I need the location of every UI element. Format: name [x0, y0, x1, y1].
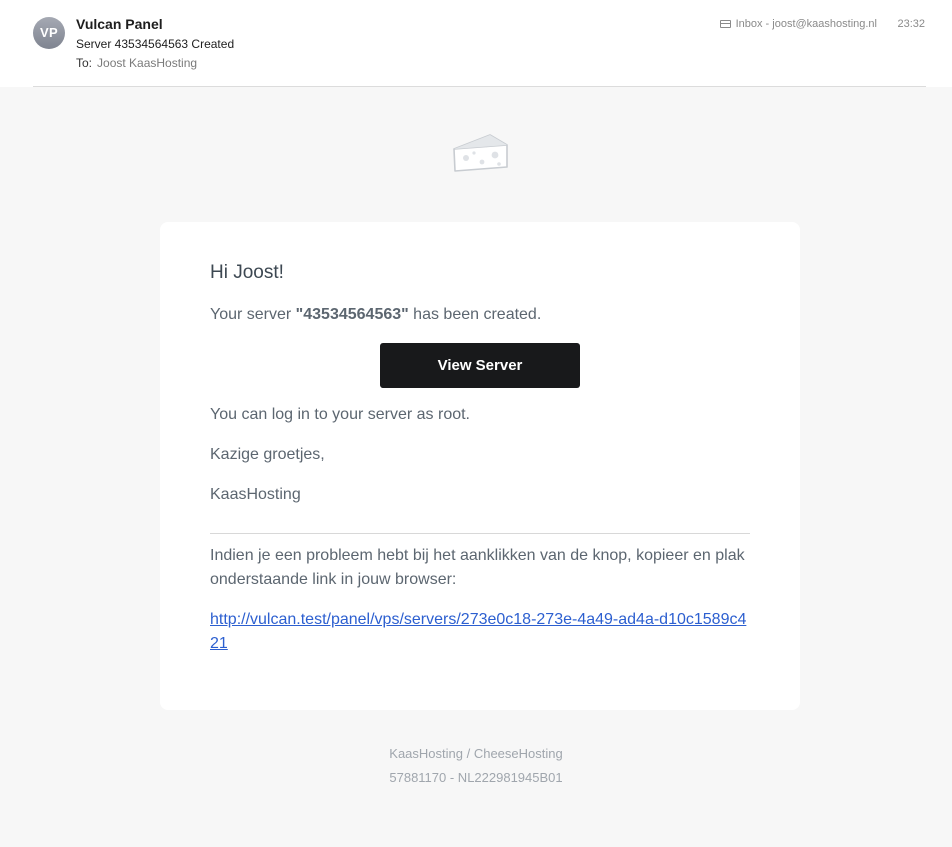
footer-company: KaasHosting / CheeseHosting [389, 746, 563, 761]
mailbox-location[interactable]: Inbox - joost@kaashosting.nl [719, 18, 877, 30]
content-divider [210, 533, 750, 534]
email-card: Hi Joost! Your server "43534564563" has … [160, 222, 800, 710]
footer-registration: 57881170 - NL222981945B01 [389, 770, 563, 785]
tray-icon [719, 20, 731, 28]
view-server-button[interactable]: View Server [380, 343, 580, 388]
server-name: "43534564563" [295, 306, 409, 323]
server-link[interactable]: http://vulcan.test/panel/vps/servers/273… [210, 608, 750, 656]
mail-header: VP Vulcan Panel Server 43534564563 Creat… [0, 0, 952, 87]
intro-suffix: has been created. [408, 306, 542, 323]
closing-greeting: Kazige groetjes, [210, 446, 325, 463]
header-divider [33, 86, 926, 87]
cheese-icon [453, 134, 508, 172]
subcopy-text: Indien je een probleem hebt bij het aank… [210, 547, 745, 588]
sender-avatar: VP [33, 17, 65, 49]
greeting-heading: Hi Joost! [210, 262, 284, 283]
intro-prefix: Your server [210, 306, 296, 323]
mailbox-label: Inbox - joost@kaashosting.nl [735, 18, 877, 30]
recipient-row: To: Joost KaasHosting [76, 56, 197, 70]
root-login-text: You can log in to your server as root. [210, 406, 470, 423]
signature: KaasHosting [210, 486, 301, 503]
sender-name: Vulcan Panel [76, 16, 163, 32]
mail-subject: Server 43534564563 Created [76, 37, 235, 51]
to-label: To: [76, 56, 93, 70]
intro-text: Your server "43534564563" has been creat… [210, 306, 541, 324]
recipient-name[interactable]: Joost KaasHosting [97, 56, 197, 70]
received-time: 23:32 [897, 18, 925, 30]
